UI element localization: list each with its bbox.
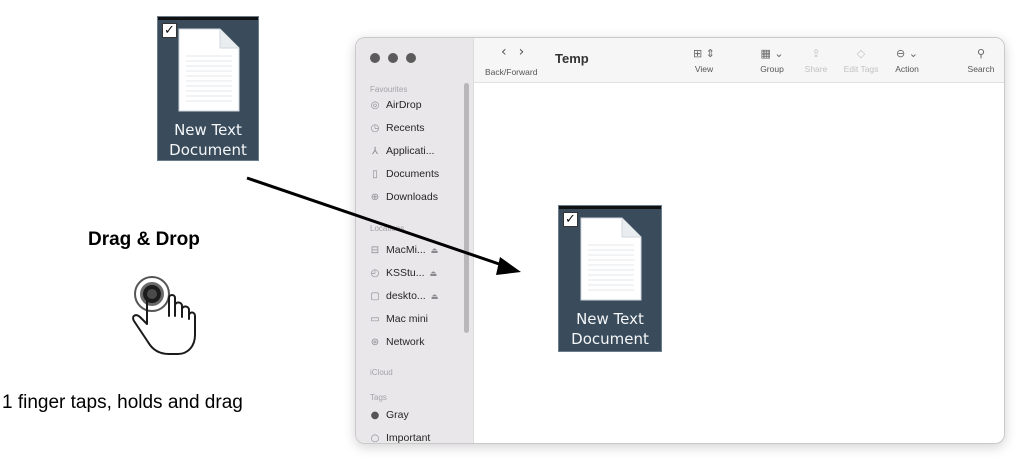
arrow-head-icon — [496, 257, 521, 275]
drag-arrow — [246, 176, 521, 275]
